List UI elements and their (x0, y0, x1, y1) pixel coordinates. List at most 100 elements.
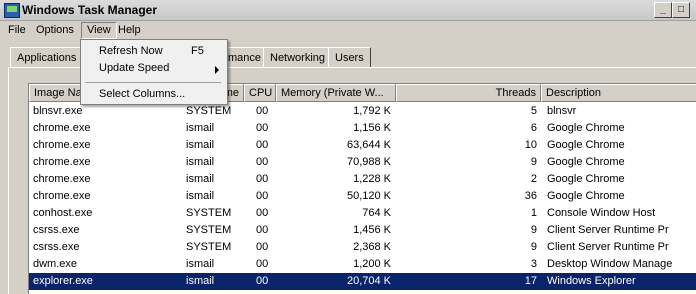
cell-mem: 2,368 K (353, 241, 391, 253)
table-row[interactable]: chrome.exe ismail 00 50,120 K 36 Google Chrom… (29, 188, 696, 205)
table-row[interactable]: chrome.exe ismail 00 1,156 K 6 Google Chrome (29, 120, 696, 137)
cell-name: chrome.exe (33, 156, 91, 168)
cell-desc: Google Chrome (547, 173, 625, 185)
cell-threads: 1 (530, 207, 537, 219)
cell-cpu: 00 (256, 207, 269, 219)
menu-bar: File Options View Help (0, 21, 696, 39)
cell-name: blnsvr.exe (33, 105, 83, 117)
cell-cpu: 00 (256, 241, 269, 253)
cell-desc: Google Chrome (547, 139, 625, 151)
menu-item-refresh-now[interactable]: Refresh Now (99, 43, 163, 59)
menu-separator (85, 82, 221, 83)
cell-threads: 10 (524, 139, 537, 151)
cell-mem: 63,644 K (346, 139, 391, 151)
process-list[interactable]: Image Na me CPU Memory (Private W... Thr… (28, 83, 696, 294)
cell-desc: Windows Explorer (547, 275, 636, 287)
cell-mem: 20,704 K (346, 275, 391, 287)
cell-user: ismail (186, 190, 215, 202)
cell-threads: 6 (530, 122, 537, 134)
cell-user: ismail (186, 139, 215, 151)
cell-user: SYSTEM (186, 105, 232, 117)
cell-mem: 70,988 K (346, 156, 391, 168)
column-cpu[interactable]: CPU (244, 84, 276, 102)
cell-desc: blnsvr (547, 105, 577, 117)
cell-mem: 764 K (362, 207, 391, 219)
table-row[interactable]: chrome.exe ismail 00 70,988 K 9 Google Chrome (29, 154, 696, 171)
cell-name: csrss.exe (33, 224, 80, 236)
table-row[interactable]: dwm.exe ismail 00 1,200 K 3 Desktop Window Ma… (29, 256, 696, 273)
cell-user: ismail (186, 258, 215, 270)
title-bar: Windows Task Manager _ □ (0, 0, 696, 21)
cell-user: SYSTEM (186, 207, 232, 219)
cell-cpu: 00 (256, 122, 269, 134)
table-row[interactable]: conhost.exe SYSTEM 00 764 K 1 Console Window … (29, 205, 696, 222)
maximize-button[interactable]: □ (672, 2, 690, 18)
cell-mem: 50,120 K (346, 190, 391, 202)
tab-performance[interactable]: mance (221, 47, 269, 68)
cell-cpu: 00 (256, 139, 269, 151)
menu-file[interactable]: File (3, 23, 31, 38)
cell-user: ismail (186, 173, 215, 185)
cell-desc: Desktop Window Manage (547, 258, 673, 270)
column-threads[interactable]: Threads (396, 84, 541, 102)
cell-desc: Client Server Runtime Pr (547, 241, 669, 253)
cell-desc: Client Server Runtime Pr (547, 224, 669, 236)
cell-threads: 17 (524, 275, 537, 287)
cell-threads: 9 (530, 224, 537, 236)
cell-user: SYSTEM (186, 224, 232, 236)
cell-mem: 1,156 K (353, 122, 391, 134)
cell-user: ismail (186, 275, 215, 287)
cell-cpu: 00 (256, 156, 269, 168)
cell-user: ismail (186, 122, 215, 134)
submenu-arrow-icon (215, 66, 219, 74)
cell-cpu: 00 (256, 173, 269, 185)
menu-item-update-speed[interactable]: Update Speed (99, 60, 169, 76)
task-manager-icon (4, 3, 20, 18)
tab-applications[interactable]: Applications (10, 47, 84, 68)
cell-threads: 36 (524, 190, 537, 202)
view-menu-dropdown: Refresh Now F5 Update Speed Select Colum… (80, 39, 228, 105)
cell-name: conhost.exe (33, 207, 93, 219)
cell-name: chrome.exe (33, 173, 91, 185)
tab-networking[interactable]: Networking (263, 47, 333, 68)
cell-desc: Google Chrome (547, 156, 625, 168)
menu-item-select-columns[interactable]: Select Columns... (99, 86, 185, 102)
window-title: Windows Task Manager (22, 3, 158, 17)
cell-threads: 9 (530, 241, 537, 253)
cell-name: explorer.exe (33, 275, 93, 287)
cell-cpu: 00 (256, 190, 269, 202)
table-row[interactable]: chrome.exe ismail 00 1,228 K 2 Google Chrome (29, 171, 696, 188)
cell-user: SYSTEM (186, 241, 232, 253)
cell-cpu: 00 (256, 224, 269, 236)
cell-mem: 1,200 K (353, 258, 391, 270)
cell-name: chrome.exe (33, 139, 91, 151)
cell-user: ismail (186, 156, 215, 168)
cell-desc: Google Chrome (547, 122, 625, 134)
cell-name: chrome.exe (33, 122, 91, 134)
column-memory[interactable]: Memory (Private W... (276, 84, 396, 102)
cell-cpu: 00 (256, 258, 269, 270)
table-row[interactable]: csrss.exe SYSTEM 00 1,456 K 9 Client Server R… (29, 222, 696, 239)
tab-users[interactable]: Users (328, 47, 371, 68)
cell-cpu: 00 (256, 105, 269, 117)
cell-threads: 9 (530, 156, 537, 168)
refresh-shortcut: F5 (191, 45, 204, 57)
menu-help[interactable]: Help (113, 23, 146, 38)
menu-options[interactable]: Options (31, 23, 79, 38)
cell-mem: 1,792 K (353, 105, 391, 117)
menu-view[interactable]: View (81, 22, 117, 39)
table-row[interactable]: explorer.exe ismail 00 20,704 K 17 Windows Ex… (29, 273, 696, 290)
table-row[interactable]: blnsvr.exe SYSTEM 00 1,792 K 5 blnsvr (29, 103, 696, 120)
minimize-button[interactable]: _ (654, 2, 672, 18)
cell-mem: 1,228 K (353, 173, 391, 185)
cell-threads: 5 (530, 105, 537, 117)
table-row[interactable]: chrome.exe ismail 00 63,644 K 10 Google Chrom… (29, 137, 696, 154)
cell-cpu: 00 (256, 275, 269, 287)
column-description[interactable]: Description (541, 84, 696, 102)
cell-threads: 3 (530, 258, 537, 270)
table-row[interactable]: csrss.exe SYSTEM 00 2,368 K 9 Client Server R… (29, 239, 696, 256)
cell-threads: 2 (530, 173, 537, 185)
cell-mem: 1,456 K (353, 224, 391, 236)
cell-name: csrss.exe (33, 241, 80, 253)
cell-name: chrome.exe (33, 190, 91, 202)
